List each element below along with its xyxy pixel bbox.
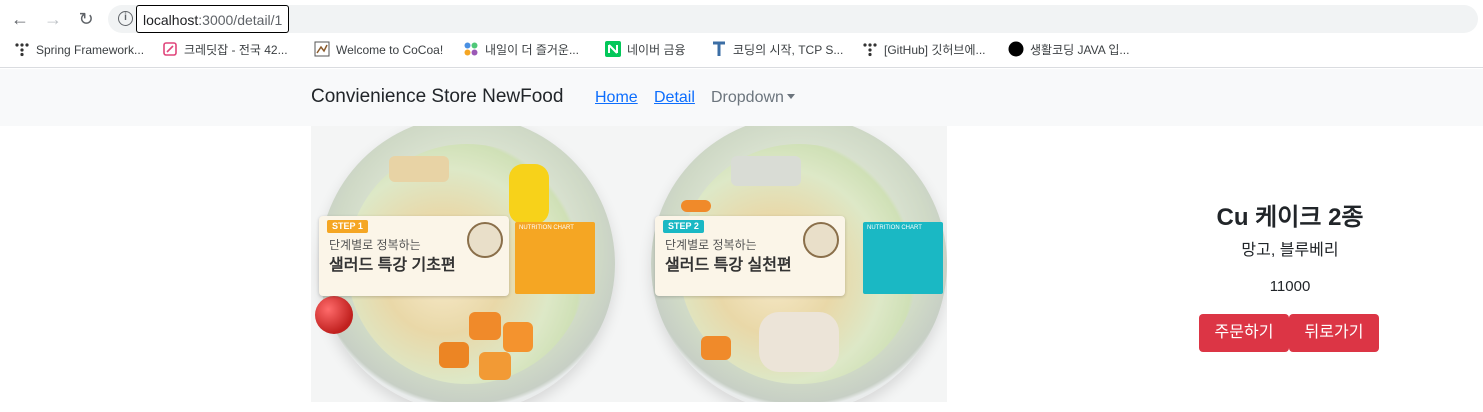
bookmarks-bar: Spring Framework... 크레딧잡 - 전국 42... Welc… xyxy=(0,38,1483,62)
dots-icon xyxy=(863,43,877,57)
nav-link-home[interactable]: Home xyxy=(595,89,638,107)
nutrition-chart: NUTRITION CHART xyxy=(515,222,595,294)
site-info-icon[interactable]: i xyxy=(118,11,133,26)
bookmark-item[interactable]: [GitHub] 깃허브에... xyxy=(862,38,986,62)
nav-link-detail[interactable]: Detail xyxy=(654,89,695,107)
back-arrow-icon[interactable]: ← xyxy=(9,8,31,30)
bookmark-item[interactable]: 네이버 금융 xyxy=(605,38,686,62)
product-label-card: STEP 2 단계별로 정복하는 샐러드 특강 실천편 xyxy=(655,216,845,296)
bookmark-item[interactable]: Spring Framework... xyxy=(14,38,144,62)
bookmark-item[interactable]: 크레딧잡 - 전국 42... xyxy=(162,38,288,62)
bookmark-label: 생활코딩 JAVA 입... xyxy=(1030,43,1130,57)
product-description: 망고, 블루베리 xyxy=(1241,242,1339,259)
navbar-brand[interactable]: Convienience Store NewFood xyxy=(311,86,563,108)
sweet-potato-cube xyxy=(479,352,511,380)
site-navbar: Convienience Store NewFood Home Detail D… xyxy=(0,69,1483,126)
sweet-potato-cube xyxy=(469,312,501,340)
bookmark-label: Spring Framework... xyxy=(36,43,145,57)
label-line2: 샐러드 특강 실천편 xyxy=(665,257,792,274)
sweet-potato-cube xyxy=(701,336,731,360)
dots-icon xyxy=(15,43,29,57)
order-button[interactable]: 주문하기 xyxy=(1199,314,1289,352)
url-host: localhost xyxy=(143,12,199,28)
black-circle-icon xyxy=(1008,41,1024,57)
reload-icon[interactable]: ↻ xyxy=(75,8,97,30)
nutrition-chart: NUTRITION CHART xyxy=(863,222,943,294)
chicken-slice xyxy=(731,156,801,186)
url-text[interactable]: localhost:3000/detail/1 xyxy=(136,5,290,33)
product-image: STEP 1 단계별로 정복하는 샐러드 특강 기초편 NUTRITION CH… xyxy=(311,126,947,402)
bookmark-item[interactable]: Welcome to CoCoa! xyxy=(314,38,443,62)
browser-chrome: ← → ↻ i localhost:3000/detail/1 Spring F… xyxy=(0,0,1483,68)
bookmark-item[interactable]: 생활코딩 JAVA 입... xyxy=(1008,38,1129,62)
caret-down-icon xyxy=(786,94,795,99)
back-button[interactable]: 뒤로가기 xyxy=(1289,314,1379,352)
bookmark-label: 네이버 금융 xyxy=(627,43,686,57)
chicken-slice xyxy=(389,156,449,182)
nutrition-chart-label: NUTRITION CHART xyxy=(519,225,574,231)
sweet-potato-cube xyxy=(439,342,469,368)
product-label-card: STEP 1 단계별로 정복하는 샐러드 특강 기초편 xyxy=(319,216,509,296)
chicken-breast xyxy=(759,312,839,372)
bookmark-label: Welcome to CoCoa! xyxy=(336,43,444,57)
product-title: Cu 케이크 2종 xyxy=(1216,204,1364,231)
bookmark-item[interactable]: 내일이 더 즐거운... xyxy=(463,38,579,62)
tcp-school-icon xyxy=(713,41,725,56)
naver-icon xyxy=(605,41,621,57)
cherry-tomato xyxy=(315,296,353,334)
address-bar[interactable]: i localhost:3000/detail/1 xyxy=(108,5,1478,33)
bookmark-label: 크레딧잡 - 전국 42... xyxy=(184,43,288,57)
cocoa-icon xyxy=(314,41,330,57)
url-path: :3000/detail/1 xyxy=(198,12,283,28)
step-tag: STEP 2 xyxy=(663,220,704,233)
yellow-pepper xyxy=(509,164,549,224)
sweet-potato-cube xyxy=(503,322,533,352)
nutrition-chart-label: NUTRITION CHART xyxy=(867,225,922,231)
nav-dropdown-label: Dropdown xyxy=(711,89,784,106)
creditjob-icon xyxy=(163,42,177,56)
nav-dropdown[interactable]: Dropdown xyxy=(711,89,795,107)
product-price: 11000 xyxy=(1269,278,1311,295)
forward-arrow-icon[interactable]: → xyxy=(42,8,64,30)
bookmark-label: 코딩의 시작, TCP S... xyxy=(733,43,844,57)
quality-seal-icon xyxy=(803,222,839,258)
quality-seal-icon xyxy=(467,222,503,258)
bookmark-label: 내일이 더 즐거운... xyxy=(485,43,579,57)
label-line2: 샐러드 특강 기초편 xyxy=(329,257,456,274)
carrot-strip xyxy=(681,200,711,212)
bookmark-item[interactable]: 코딩의 시작, TCP S... xyxy=(711,38,843,62)
dots-color-icon xyxy=(464,42,478,56)
step-tag: STEP 1 xyxy=(327,220,368,233)
bookmark-label: [GitHub] 깃허브에... xyxy=(884,43,986,57)
